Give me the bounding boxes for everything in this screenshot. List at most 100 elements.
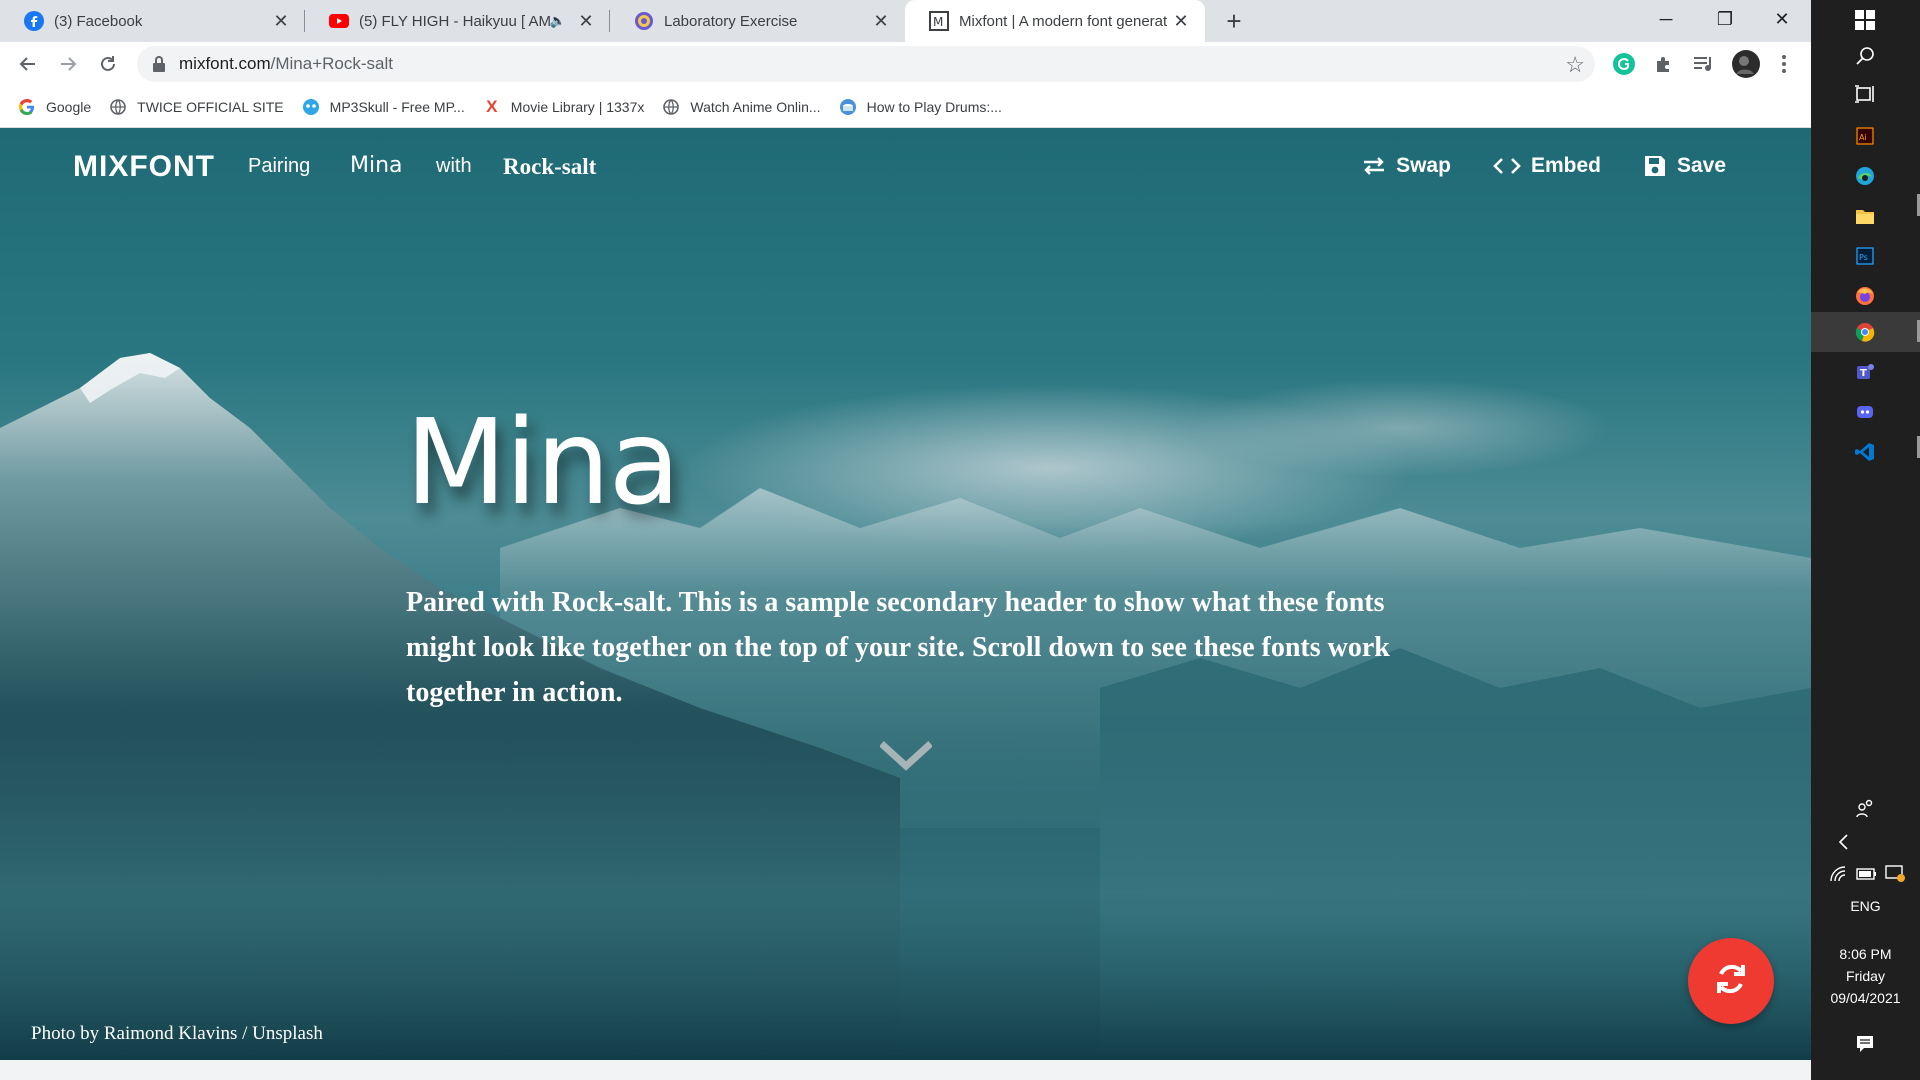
- mp3skull-icon: [302, 98, 320, 116]
- site-navbar: MIXFONT Pairing Mina with Rock-salt Swap…: [0, 128, 1811, 208]
- address-bar[interactable]: mixfont.com/Mina+Rock-salt ☆: [137, 46, 1595, 82]
- speaker-icon[interactable]: 🔈: [550, 13, 566, 29]
- new-tab-button[interactable]: +: [1219, 6, 1249, 36]
- close-icon[interactable]: ✕: [269, 9, 293, 33]
- battery-icon[interactable]: [1855, 862, 1879, 886]
- tab-laboratory[interactable]: Laboratory Exercise ✕: [610, 0, 905, 42]
- tab-title: (5) FLY HIGH - Haikyuu [ AM: [359, 12, 550, 30]
- menu-icon[interactable]: [1772, 52, 1796, 76]
- chrome-icon[interactable]: [1853, 320, 1877, 344]
- primary-font-selector[interactable]: Mina: [350, 153, 403, 178]
- hero-title: Mina: [405, 393, 681, 531]
- tab-title: Laboratory Exercise: [664, 12, 798, 30]
- wifi-icon[interactable]: [1827, 862, 1851, 886]
- tab-mixfont[interactable]: M Mixfont | A modern font generat ✕: [905, 0, 1205, 42]
- browser-toolbar: mixfont.com/Mina+Rock-salt ☆: [0, 42, 1811, 86]
- people-icon[interactable]: [1853, 796, 1877, 820]
- discord-icon[interactable]: [1853, 400, 1877, 424]
- save-label: Save: [1676, 154, 1726, 177]
- save-button[interactable]: Save: [1643, 154, 1726, 178]
- vscode-icon[interactable]: [1853, 440, 1877, 464]
- lock-icon[interactable]: [153, 55, 167, 73]
- bookmark-mp3skull[interactable]: MP3Skull - Free MP...: [302, 98, 465, 116]
- windows-taskbar: Ai Ps T ENG 8:06 PM Friday 09/04/2021: [1811, 0, 1920, 1080]
- restore-button[interactable]: ❐: [1695, 0, 1755, 38]
- extensions-icon[interactable]: [1652, 52, 1676, 76]
- close-icon[interactable]: ✕: [1169, 9, 1193, 33]
- swap-button[interactable]: Swap: [1362, 154, 1451, 178]
- bookmark-twice[interactable]: TWICE OFFICIAL SITE: [109, 98, 284, 116]
- secondary-font-selector[interactable]: Rock-salt: [503, 154, 596, 180]
- globe-icon: [109, 98, 127, 116]
- photo-credit[interactable]: Photo by Raimond Klavins / Unsplash: [31, 1023, 323, 1045]
- url-text: mixfont.com/Mina+Rock-salt: [179, 54, 393, 73]
- search-icon[interactable]: [1853, 44, 1877, 68]
- clock-date[interactable]: 09/04/2021: [1811, 990, 1920, 1006]
- windows-start-icon[interactable]: [1853, 8, 1877, 32]
- chevron-left-icon[interactable]: [1831, 830, 1855, 854]
- display-icon[interactable]: [1883, 862, 1907, 886]
- nav-with: with: [436, 155, 472, 177]
- clock-time[interactable]: 8:06 PM: [1811, 946, 1920, 962]
- forward-button[interactable]: [52, 48, 84, 80]
- close-window-button[interactable]: ✕: [1752, 0, 1812, 38]
- bookmarks-bar: Google TWICE OFFICIAL SITE MP3Skull - Fr…: [0, 86, 1811, 128]
- teams-icon[interactable]: T: [1853, 360, 1877, 384]
- language-indicator[interactable]: ENG: [1811, 898, 1920, 914]
- firefox-icon[interactable]: [1853, 284, 1877, 308]
- bookmark-1337x[interactable]: X Movie Library | 1337x: [483, 96, 645, 116]
- youtube-icon: [329, 11, 349, 31]
- tab-title: (3) Facebook: [54, 12, 143, 30]
- nav-actions: Swap Embed Save: [1320, 154, 1726, 178]
- file-explorer-icon[interactable]: [1853, 204, 1877, 228]
- hero-description: Paired with Rock-salt. This is a sample …: [406, 587, 1390, 708]
- tab-title: Mixfont | A modern font generat: [959, 12, 1168, 30]
- grammarly-icon[interactable]: [1612, 52, 1636, 76]
- back-button[interactable]: [12, 48, 44, 80]
- media-control-icon[interactable]: [1692, 52, 1716, 76]
- bookmark-label: Google: [46, 98, 92, 115]
- svg-text:T: T: [1860, 368, 1867, 379]
- nav-pairing: Pairing: [248, 155, 311, 177]
- illustrator-icon[interactable]: Ai: [1853, 124, 1877, 148]
- bookmark-label: MP3Skull - Free MP...: [329, 98, 465, 115]
- notification-icon[interactable]: [1853, 1032, 1877, 1056]
- scroll-down-chevron-icon[interactable]: [879, 740, 933, 774]
- clock-day[interactable]: Friday: [1811, 968, 1920, 984]
- code-icon: [1493, 156, 1521, 176]
- bookmark-label: How to Play Drums:...: [866, 98, 1002, 115]
- globe-icon: [662, 98, 680, 116]
- embed-button[interactable]: Embed: [1493, 154, 1601, 178]
- edge-icon[interactable]: [1853, 164, 1877, 188]
- browser-window: (3) Facebook ✕ (5) FLY HIGH - Haikyuu [ …: [0, 0, 1811, 1080]
- task-view-icon[interactable]: [1853, 82, 1877, 106]
- globe-icon: [634, 11, 654, 31]
- bookmark-drums[interactable]: How to Play Drums:...: [839, 98, 1002, 116]
- svg-text:Ai: Ai: [1859, 133, 1867, 142]
- profile-avatar[interactable]: [1732, 50, 1760, 78]
- svg-text:M: M: [933, 15, 943, 29]
- svg-text:Ps: Ps: [1859, 253, 1868, 262]
- minimize-button[interactable]: ─: [1636, 0, 1696, 38]
- x-icon: X: [486, 96, 498, 116]
- close-icon[interactable]: ✕: [869, 9, 893, 33]
- reload-button[interactable]: [92, 48, 124, 80]
- shuffle-button[interactable]: [1688, 938, 1774, 1024]
- tab-youtube[interactable]: (5) FLY HIGH - Haikyuu [ AM 🔈 ✕: [305, 0, 610, 42]
- floppy-disk-icon: [1643, 154, 1667, 178]
- swap-label: Swap: [1396, 154, 1451, 177]
- bookmark-google[interactable]: Google: [18, 98, 91, 116]
- google-icon: [18, 98, 36, 116]
- tab-facebook[interactable]: (3) Facebook ✕: [0, 0, 305, 42]
- bookmark-anime[interactable]: Watch Anime Onlin...: [662, 98, 821, 116]
- refresh-icon: [1711, 959, 1751, 1004]
- photoshop-icon[interactable]: Ps: [1853, 244, 1877, 268]
- mixfont-logo[interactable]: MIXFONT: [73, 150, 215, 184]
- bookmark-label: TWICE OFFICIAL SITE: [137, 98, 284, 115]
- mixfont-icon: M: [929, 11, 949, 31]
- bookmark-label: Watch Anime Onlin...: [690, 98, 821, 115]
- bookmark-star-icon[interactable]: ☆: [1565, 52, 1585, 78]
- close-icon[interactable]: ✕: [574, 9, 598, 33]
- tab-strip: (3) Facebook ✕ (5) FLY HIGH - Haikyuu [ …: [0, 0, 1811, 42]
- bookmark-label: Movie Library | 1337x: [510, 98, 645, 115]
